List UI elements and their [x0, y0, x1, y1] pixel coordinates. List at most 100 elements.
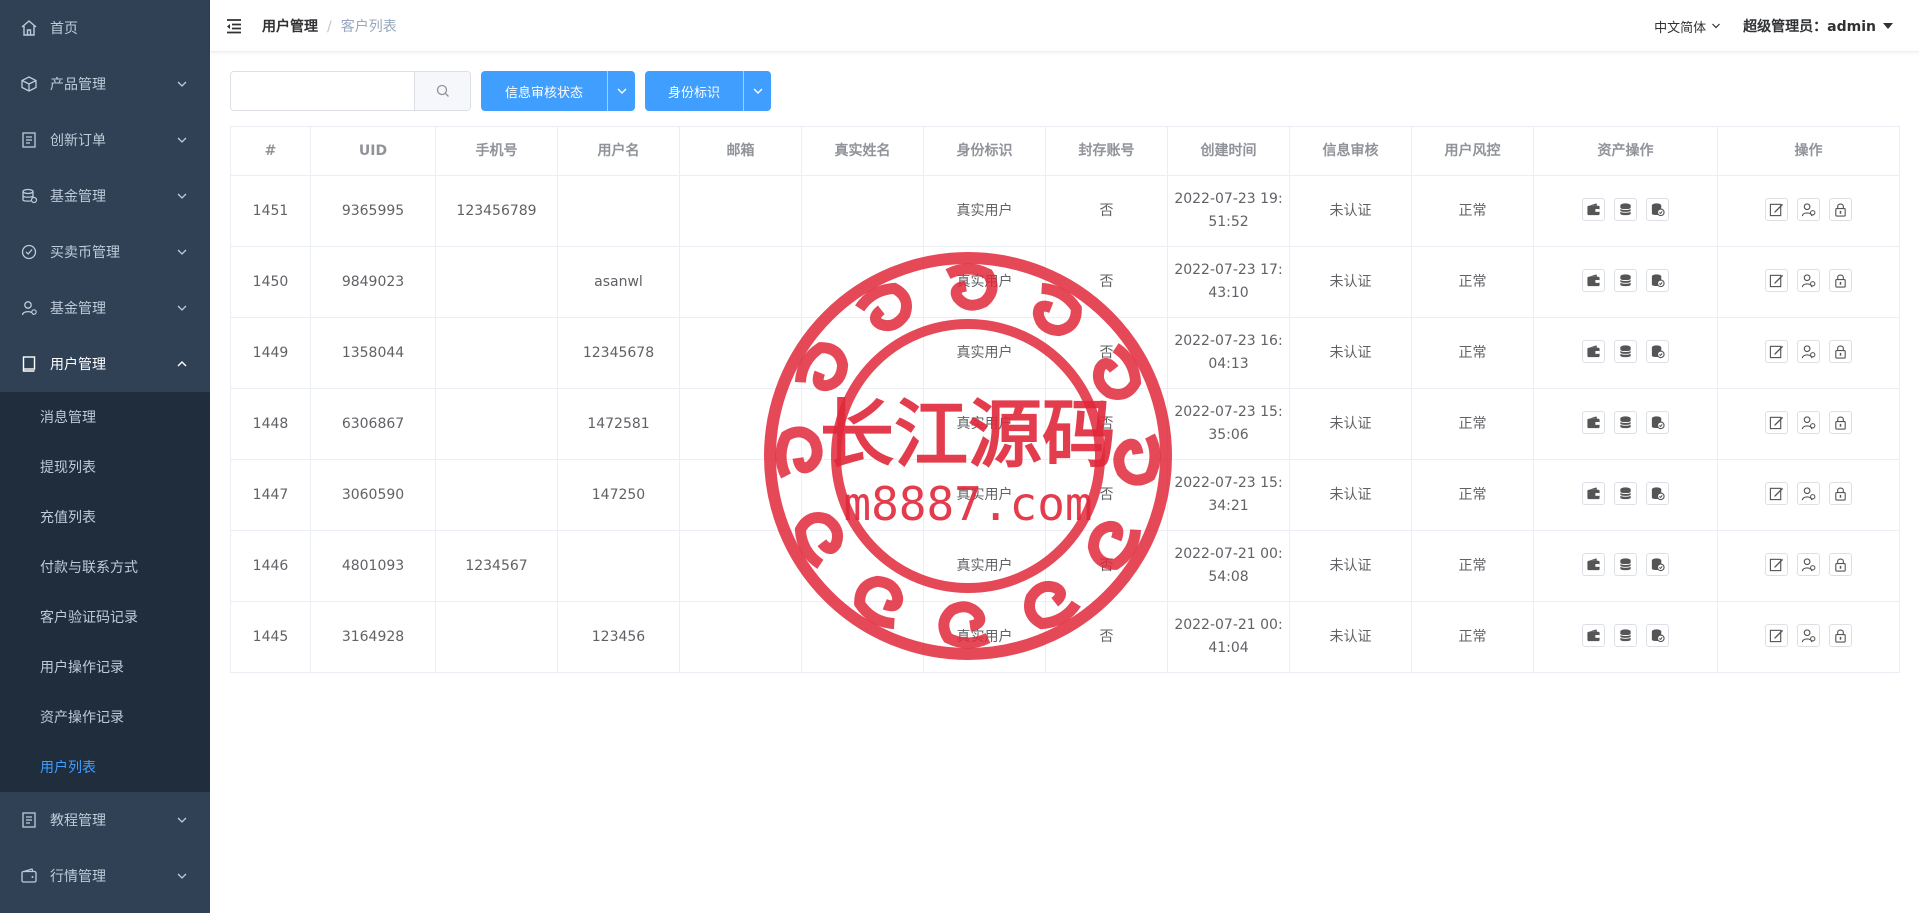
- column-header: 创建时间: [1167, 126, 1290, 176]
- sidebar-item-label: 首页: [50, 21, 78, 37]
- user-settings-button[interactable]: [1797, 623, 1820, 647]
- sidebar-subitem-deposits[interactable]: 充值列表: [0, 492, 210, 542]
- sidebar: 首页 产品管理 创新订单 基金管理 买卖币管理 基金管理 用户管理 消息管理 提…: [0, 0, 210, 913]
- cell-realname: [801, 246, 924, 318]
- asset-coins-button[interactable]: [1614, 197, 1637, 221]
- asset-wallet-button[interactable]: [1582, 197, 1605, 221]
- cell-id: 1445: [230, 601, 311, 673]
- lock-account-button[interactable]: [1829, 623, 1852, 647]
- coins-icon: [1618, 344, 1633, 359]
- sidebar-item-home[interactable]: 首页: [0, 0, 210, 56]
- cell-email: [679, 388, 802, 460]
- asset-audit-button[interactable]: [1646, 481, 1669, 505]
- chevron-down-icon: [177, 305, 187, 311]
- edit-user-button[interactable]: [1765, 481, 1788, 505]
- asset-coins-button[interactable]: [1614, 339, 1637, 363]
- user-settings-icon: [1801, 415, 1816, 430]
- identity-button[interactable]: 身份标识: [645, 71, 743, 111]
- sidebar-item-trade-coins[interactable]: 买卖币管理: [0, 224, 210, 280]
- search-group: [230, 71, 471, 111]
- asset-audit-button[interactable]: [1646, 197, 1669, 221]
- sidebar-item-market[interactable]: 行情管理: [0, 848, 210, 904]
- sidebar-subitem-user-operations[interactable]: 用户操作记录: [0, 642, 210, 692]
- column-header: 邮箱: [679, 126, 802, 176]
- asset-coins-button[interactable]: [1614, 268, 1637, 292]
- asset-coins-button[interactable]: [1614, 481, 1637, 505]
- asset-audit-button[interactable]: [1646, 410, 1669, 434]
- asset-wallet-button[interactable]: [1582, 623, 1605, 647]
- sidebar-item-funds[interactable]: 基金管理: [0, 168, 210, 224]
- sidebar-item-products[interactable]: 产品管理: [0, 56, 210, 112]
- sidebar-item-funds-2[interactable]: 基金管理: [0, 280, 210, 336]
- language-selector[interactable]: 中文简体: [1654, 17, 1721, 36]
- sidebar-subitem-messages[interactable]: 消息管理: [0, 392, 210, 442]
- sidebar-subitem-verification-codes[interactable]: 客户验证码记录: [0, 592, 210, 642]
- asset-audit-button[interactable]: [1646, 339, 1669, 363]
- sidebar-subitem-payment-contact[interactable]: 付款与联系方式: [0, 542, 210, 592]
- asset-coins-button[interactable]: [1614, 552, 1637, 576]
- table-row: 1446 4801093 1234567 真实用户否 2022-07-21 00:54:…: [230, 530, 1900, 602]
- asset-wallet-button[interactable]: [1582, 481, 1605, 505]
- asset-wallet-button[interactable]: [1582, 339, 1605, 363]
- cell-audit: 未认证: [1289, 530, 1412, 602]
- column-header: 资产操作: [1533, 126, 1718, 176]
- document-icon: [20, 131, 38, 149]
- cell-uid: 3164928: [310, 601, 436, 673]
- lock-account-button[interactable]: [1829, 552, 1852, 576]
- user-menu[interactable]: 超级管理员：admin: [1743, 16, 1893, 36]
- cell-realname: [801, 175, 924, 247]
- lock-icon: [1833, 557, 1848, 572]
- edit-user-button[interactable]: [1765, 623, 1788, 647]
- user-settings-icon: [1801, 628, 1816, 643]
- sidebar-item-orders[interactable]: 创新订单: [0, 112, 210, 168]
- asset-wallet-button[interactable]: [1582, 268, 1605, 292]
- lock-account-button[interactable]: [1829, 481, 1852, 505]
- cell-created: 2022-07-21 00:41:04: [1167, 601, 1290, 673]
- cell-asset-ops: [1533, 317, 1718, 389]
- edit-user-button[interactable]: [1765, 339, 1788, 363]
- cell-phone: 123456789: [435, 175, 558, 247]
- asset-audit-button[interactable]: [1646, 552, 1669, 576]
- user-settings-button[interactable]: [1797, 481, 1820, 505]
- cell-created: 2022-07-23 16:04:13: [1167, 317, 1290, 389]
- column-header: 真实姓名: [801, 126, 924, 176]
- lock-account-button[interactable]: [1829, 339, 1852, 363]
- cell-identity: 真实用户: [923, 175, 1046, 247]
- search-icon: [436, 84, 449, 97]
- lock-account-button[interactable]: [1829, 197, 1852, 221]
- sidebar-subitem-withdrawals[interactable]: 提现列表: [0, 442, 210, 492]
- edit-user-button[interactable]: [1765, 268, 1788, 292]
- user-settings-button[interactable]: [1797, 410, 1820, 434]
- search-input[interactable]: [231, 72, 414, 110]
- edit-icon: [1769, 415, 1784, 430]
- sidebar-item-tutorials[interactable]: 教程管理: [0, 792, 210, 848]
- menu-fold-icon[interactable]: [226, 17, 244, 35]
- user-settings-button[interactable]: [1797, 197, 1820, 221]
- asset-audit-button[interactable]: [1646, 623, 1669, 647]
- audit-status-button[interactable]: 信息审核状态: [481, 71, 607, 111]
- asset-coins-button[interactable]: [1614, 410, 1637, 434]
- cell-row-ops: [1717, 530, 1900, 602]
- asset-coins-button[interactable]: [1614, 623, 1637, 647]
- sidebar-item-users[interactable]: 用户管理: [0, 336, 210, 392]
- breadcrumb-item[interactable]: 用户管理: [262, 19, 318, 35]
- search-button[interactable]: [414, 72, 470, 110]
- cell-email: [679, 175, 802, 247]
- sidebar-subitem-asset-operations[interactable]: 资产操作记录: [0, 692, 210, 742]
- audit-status-dropdown[interactable]: [607, 71, 635, 111]
- identity-dropdown[interactable]: [743, 71, 771, 111]
- lock-account-button[interactable]: [1829, 410, 1852, 434]
- sidebar-subitem-user-list[interactable]: 用户列表: [0, 742, 210, 792]
- lock-account-button[interactable]: [1829, 268, 1852, 292]
- user-settings-button[interactable]: [1797, 552, 1820, 576]
- asset-wallet-button[interactable]: [1582, 552, 1605, 576]
- asset-wallet-button[interactable]: [1582, 410, 1605, 434]
- cell-sealed: 否: [1045, 530, 1168, 602]
- user-settings-button[interactable]: [1797, 339, 1820, 363]
- edit-user-button[interactable]: [1765, 410, 1788, 434]
- edit-user-button[interactable]: [1765, 197, 1788, 221]
- edit-user-button[interactable]: [1765, 552, 1788, 576]
- user-settings-button[interactable]: [1797, 268, 1820, 292]
- asset-audit-button[interactable]: [1646, 268, 1669, 292]
- cell-realname: [801, 530, 924, 602]
